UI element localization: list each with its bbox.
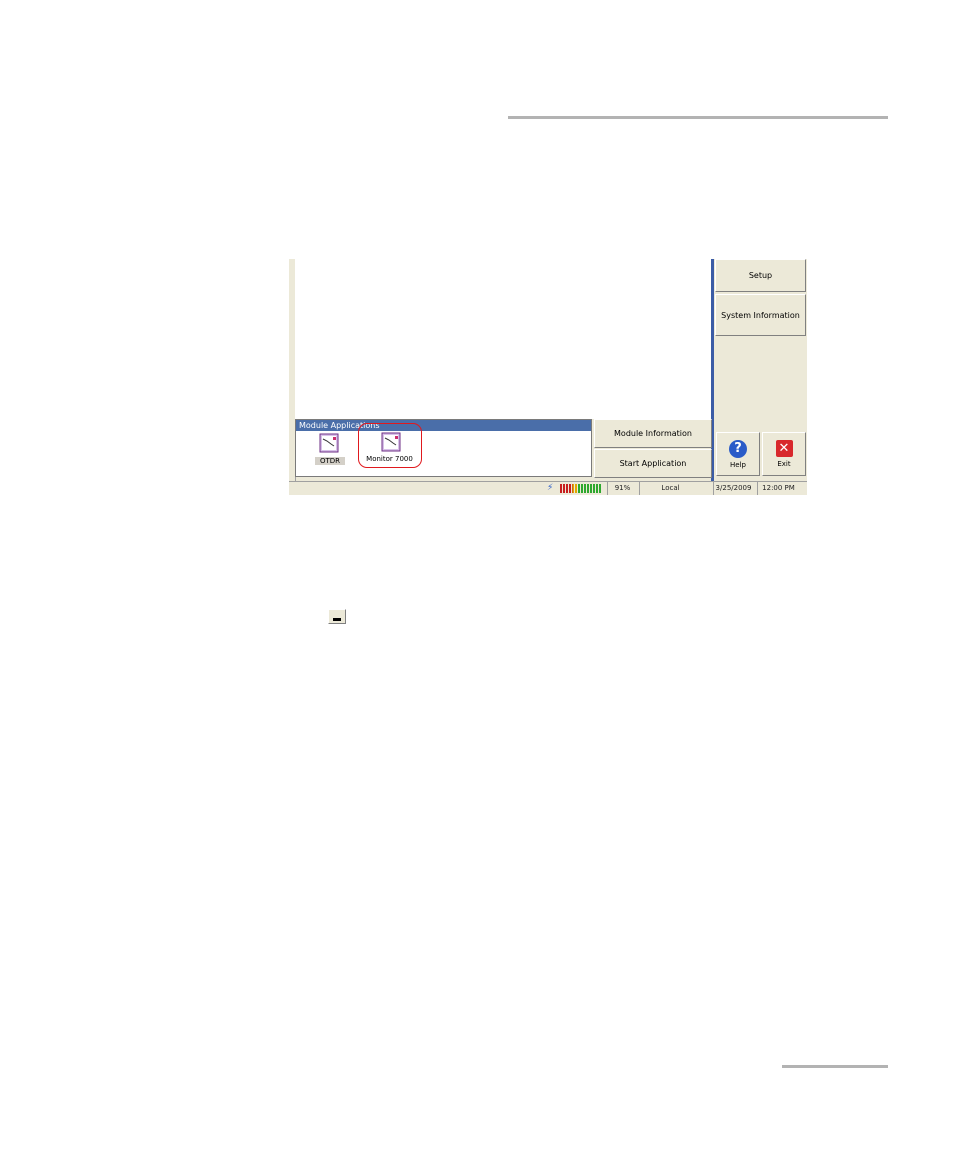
- app-otdr[interactable]: OTDR: [315, 433, 345, 467]
- screenshot: Module Applications OTDR Monitor 7000 Mo…: [289, 259, 807, 495]
- help-button[interactable]: ? Help: [716, 432, 760, 476]
- monitor-7000-app-label: Monitor 7000: [366, 455, 413, 463]
- mode-indicator: Local: [639, 482, 701, 495]
- exit-button[interactable]: ✕ Exit: [762, 432, 806, 476]
- date-display: 3/25/2009: [713, 482, 753, 495]
- monitor-7000-app-icon: [381, 432, 401, 452]
- header-rule: [508, 116, 888, 119]
- footer-rule: [782, 1065, 888, 1068]
- close-icon: ✕: [775, 440, 793, 457]
- minimize-icon: [328, 609, 346, 624]
- module-information-button[interactable]: Module Information: [594, 419, 712, 448]
- help-icon: ?: [729, 439, 747, 458]
- otdr-app-icon: [319, 433, 339, 453]
- setup-button[interactable]: Setup: [715, 259, 806, 292]
- status-bar: ⚡ 91% Local 3/25/2009 12:00 PM: [289, 481, 807, 495]
- help-label: Help: [730, 460, 746, 469]
- module-applications-title-bar: Module Applications: [296, 420, 591, 431]
- app-monitor-7000[interactable]: Monitor 7000: [358, 423, 422, 468]
- minimize-bar: [333, 618, 341, 621]
- start-application-button[interactable]: Start Application: [594, 449, 712, 478]
- system-information-button[interactable]: System Information: [715, 294, 806, 336]
- battery-level-icon: [560, 484, 602, 493]
- main-content-area: [295, 259, 715, 419]
- exit-label: Exit: [777, 460, 791, 468]
- module-applications-panel: Module Applications OTDR Monitor 7000: [295, 419, 592, 477]
- power-icon: ⚡: [547, 483, 554, 493]
- time-display: 12:00 PM: [757, 482, 799, 495]
- otdr-app-label: OTDR: [315, 457, 345, 465]
- battery-percent: 91%: [607, 482, 637, 495]
